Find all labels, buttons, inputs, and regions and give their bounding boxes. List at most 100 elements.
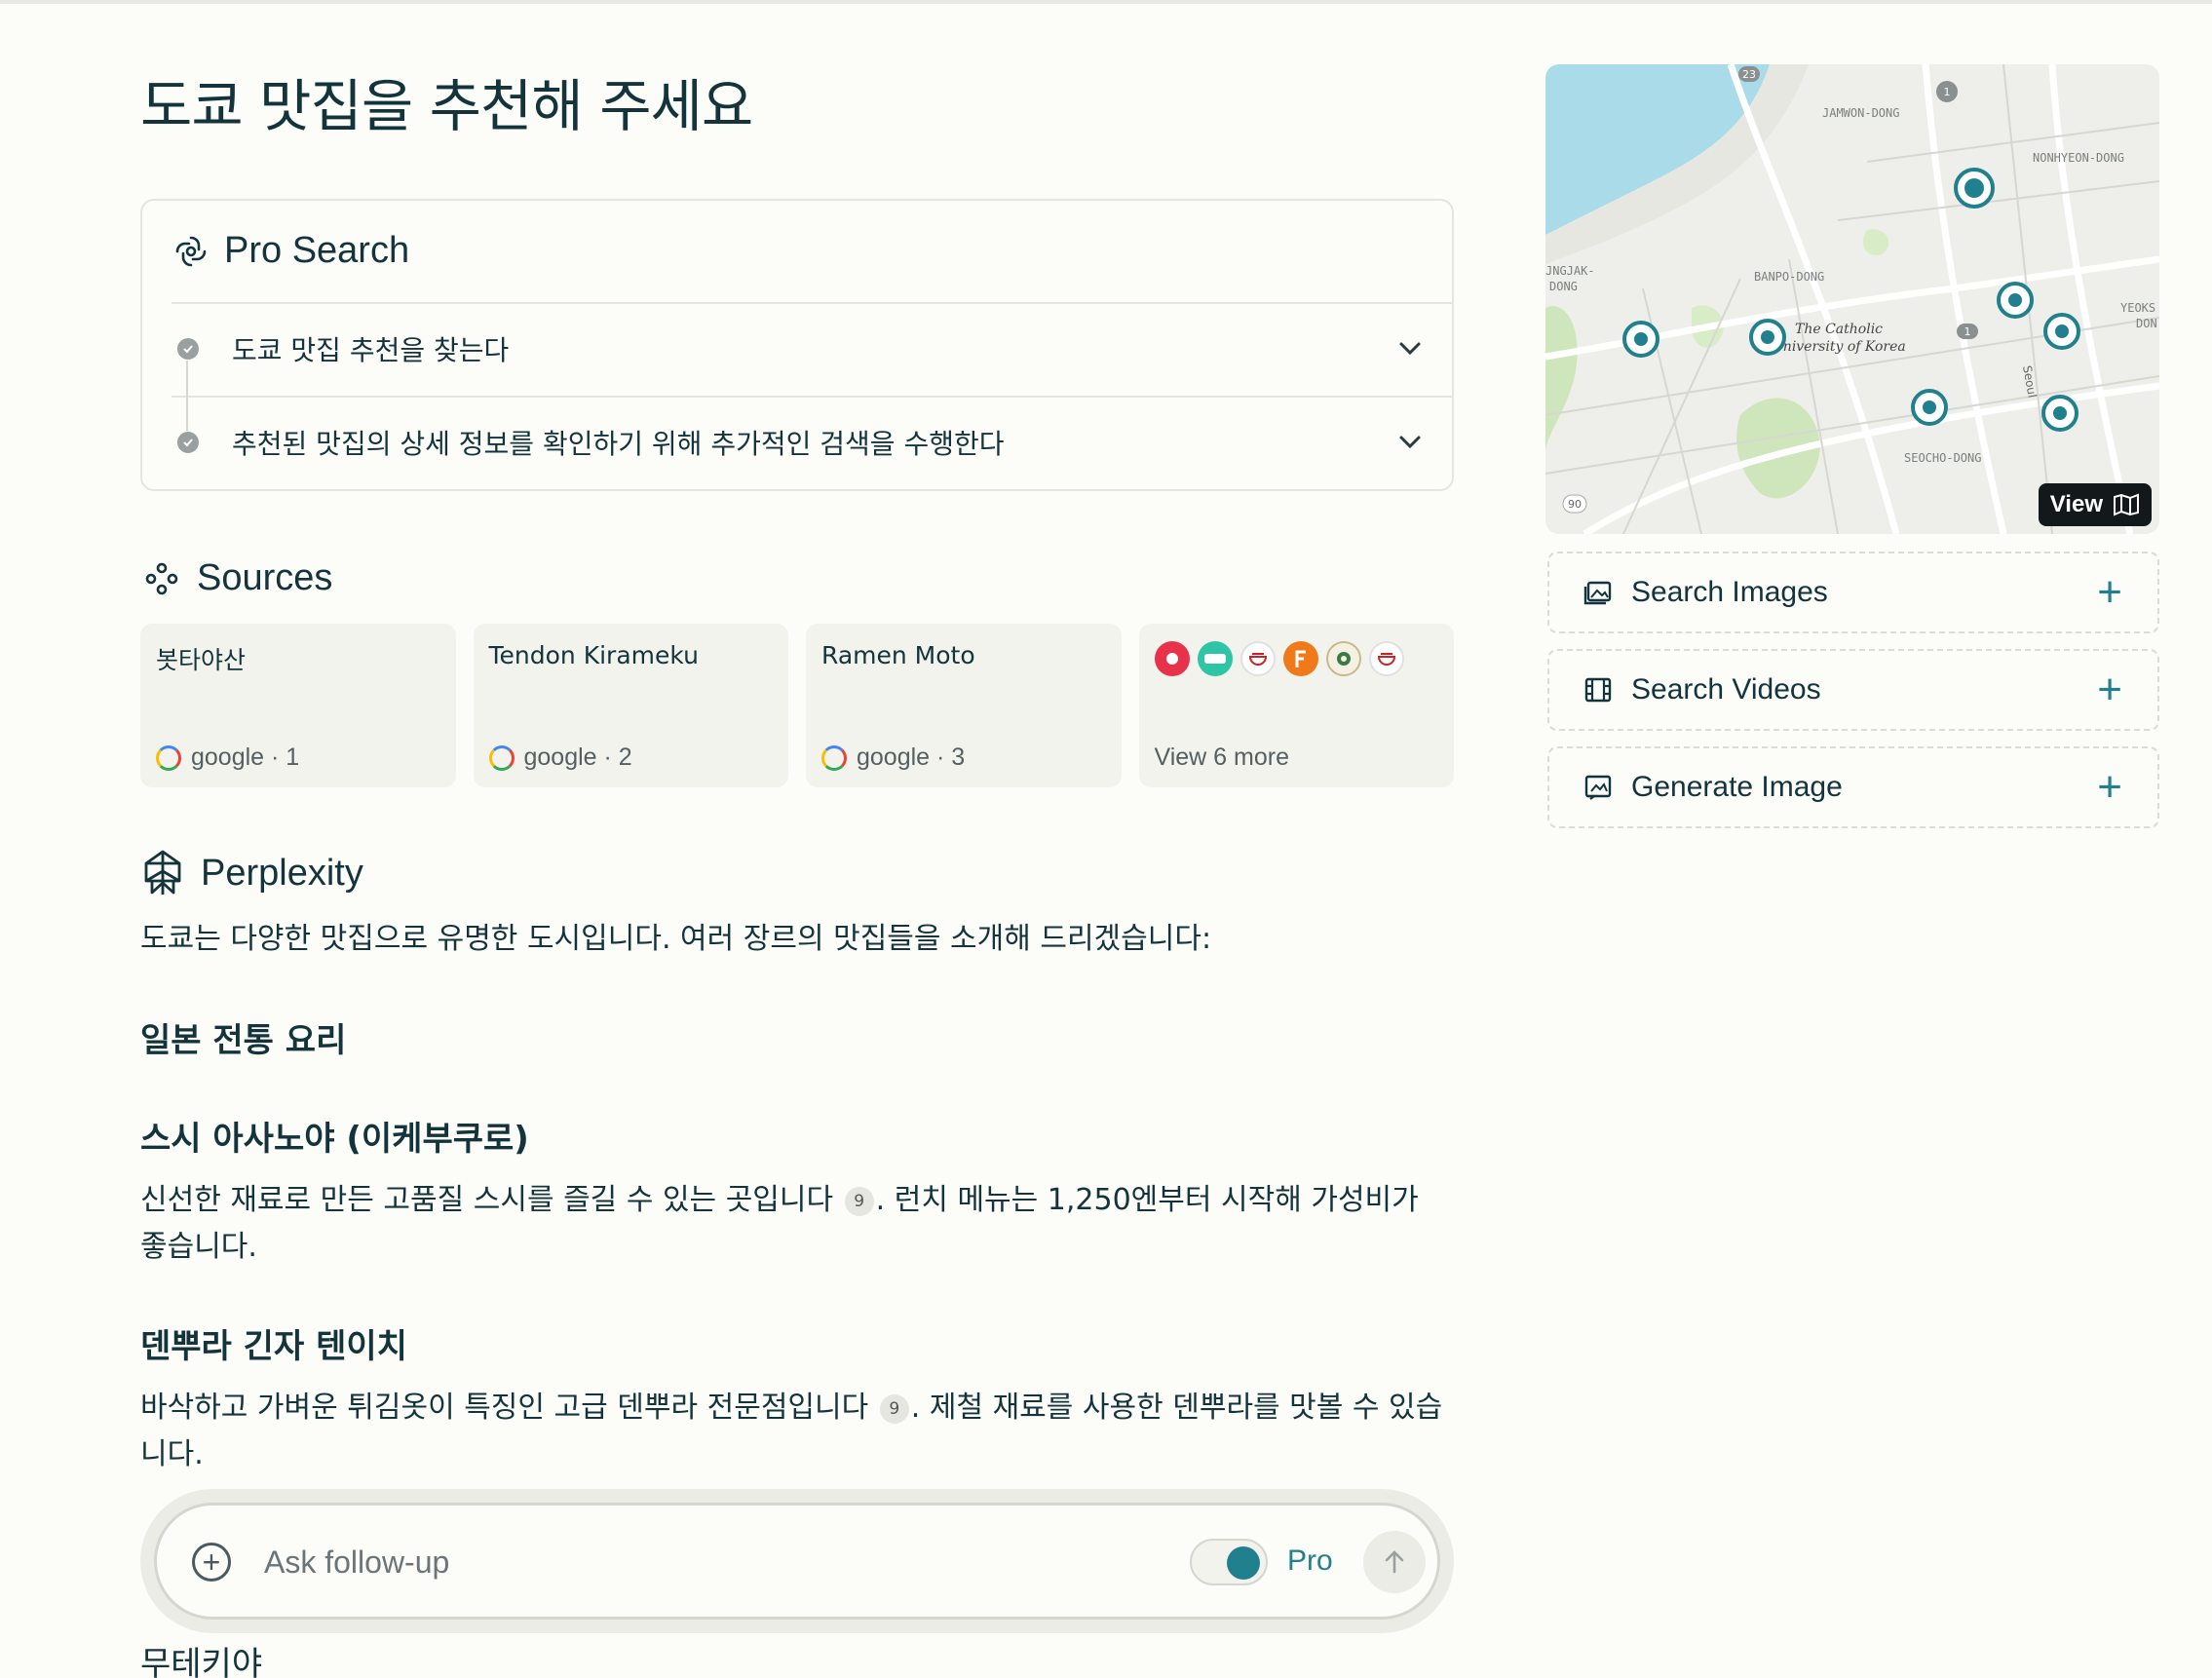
source-meta: google · 2 xyxy=(488,744,632,772)
page-title: 도쿄 맛집을 추천해 주세요 xyxy=(140,73,753,139)
source-card[interactable]: 봇타야산 google · 1 xyxy=(140,624,456,787)
map-widget[interactable]: JAMWON-DONG NONHYEON-DONG BANPO-DONG SEO… xyxy=(1545,64,2159,534)
map-view-button[interactable]: View xyxy=(2038,483,2152,526)
map-view-label: View xyxy=(2049,491,2103,517)
pro-search-header: Pro Search xyxy=(172,230,409,272)
plus-icon: + xyxy=(2097,568,2122,616)
map-badge: 90 xyxy=(1568,498,1582,511)
pro-toggle-label: Pro xyxy=(1287,1545,1333,1577)
send-button[interactable] xyxy=(1363,1531,1426,1593)
bowl-favicon-icon xyxy=(1368,641,1404,676)
item-heading: 덴뿌라 긴자 텐이치 xyxy=(140,1327,407,1366)
answer-header: Perplexity xyxy=(142,850,363,896)
citation-badge[interactable]: 9 xyxy=(879,1393,909,1424)
f-favicon-icon xyxy=(1282,641,1318,676)
map-pin-icon[interactable] xyxy=(1749,319,1786,356)
divider xyxy=(172,396,1452,398)
map-label: JNGJAK- xyxy=(1545,264,1595,278)
top-border xyxy=(0,0,2212,4)
check-icon xyxy=(177,432,199,453)
map-icon xyxy=(2114,493,2139,516)
map-badge: 1 xyxy=(1944,86,1951,98)
map-pin-icon[interactable] xyxy=(2041,395,2079,432)
sources-label: Sources xyxy=(197,557,333,598)
map-pin-icon[interactable] xyxy=(1622,321,1659,358)
sources-icon xyxy=(145,562,178,594)
search-images-button[interactable]: Search Images + xyxy=(1547,552,2159,633)
map-badge: 1 xyxy=(1964,325,1971,338)
followup-box: + Pro xyxy=(154,1503,1440,1620)
pro-search-icon xyxy=(175,236,207,266)
followup-input[interactable] xyxy=(264,1533,1044,1591)
pro-search-step-text: 도쿄 맛집 추천을 찾는다 xyxy=(232,334,510,366)
plus-icon: + xyxy=(2097,763,2122,811)
action-label: Search Videos xyxy=(1631,673,1821,706)
map-label: The Catholic xyxy=(1795,322,1883,337)
film-icon xyxy=(1584,677,1612,703)
google-icon xyxy=(488,744,515,771)
divider xyxy=(172,302,1452,304)
source-card[interactable]: Ramen Moto google · 3 xyxy=(806,624,1122,787)
chevron-down-icon[interactable] xyxy=(1393,332,1427,365)
generate-image-button[interactable]: Generate Image + xyxy=(1547,746,2159,828)
crest-favicon-icon xyxy=(1325,641,1361,676)
map-pin-icon[interactable] xyxy=(1911,389,1948,426)
perplexity-logo-icon xyxy=(144,850,181,895)
item-text: 바삭하고 가벼운 튀김옷이 특징인 고급 덴뿌라 전문점입니다 xyxy=(140,1391,869,1425)
arrow-up-icon xyxy=(1385,1550,1404,1574)
map-pin-icon[interactable] xyxy=(1954,168,1995,209)
sources-header: Sources xyxy=(144,557,332,599)
source-title: Tendon Kirameku xyxy=(488,641,699,669)
pro-search-label: Pro Search xyxy=(224,230,410,271)
action-label: Search Images xyxy=(1631,576,1828,608)
view-more-label: View 6 more xyxy=(1155,744,1290,772)
pro-search-step[interactable]: 도쿄 맛집 추천을 찾는다 xyxy=(172,320,1427,378)
toggle-knob xyxy=(1227,1546,1260,1580)
answer-body: 도쿄는 다양한 맛집으로 유명한 도시입니다. 여러 장르의 맛집들을 소개해 … xyxy=(140,916,1454,1478)
answer-intro: 도쿄는 다양한 맛집으로 유명한 도시입니다. 여러 장르의 맛집들을 소개해 … xyxy=(140,922,1212,956)
pro-toggle[interactable] xyxy=(1190,1539,1268,1585)
map-pin-icon[interactable] xyxy=(1997,282,2034,319)
trip-favicon-icon xyxy=(1197,641,1233,676)
source-meta: google · 3 xyxy=(821,744,965,772)
source-title: 봇타야산 xyxy=(156,646,247,674)
pro-search-panel: Pro Search 도쿄 맛집 추천을 찾는다 추천된 맛집의 상세 정보를 … xyxy=(140,199,1454,491)
answer-label: Perplexity xyxy=(201,852,363,894)
item-heading: 무테키야 xyxy=(140,1645,263,1678)
pro-search-step[interactable]: 추천된 맛집의 상세 정보를 확인하기 위해 추가적인 검색을 수행한다 xyxy=(172,413,1427,472)
chevron-down-icon[interactable] xyxy=(1393,426,1427,459)
map-label: YEOKS xyxy=(2120,301,2155,315)
pro-search-step-text: 추천된 맛집의 상세 정보를 확인하기 위해 추가적인 검색을 수행한다 xyxy=(232,428,1005,460)
step-connector xyxy=(186,361,188,431)
map-label: NONHYEON-DONG xyxy=(2033,151,2124,165)
item-paragraph: 신선한 재료로 만든 고품질 스시를 즐길 수 있는 곳입니다 9. 런치 메뉴… xyxy=(140,1177,1454,1271)
map-label: University of Korea xyxy=(1772,339,1906,355)
bowl-favicon-icon xyxy=(1239,641,1276,676)
source-card[interactable]: Tendon Kirameku google · 2 xyxy=(473,624,788,787)
map-label: DON xyxy=(2136,317,2157,330)
attach-plus-icon[interactable]: + xyxy=(192,1543,231,1582)
plus-icon: + xyxy=(2097,666,2122,713)
image-icon xyxy=(1583,581,1612,605)
source-meta-text: google · 3 xyxy=(857,744,966,771)
sources-list: 봇타야산 google · 1 Tendon Kirameku google ·… xyxy=(140,624,1454,787)
map-badge: 23 xyxy=(1742,68,1756,81)
generate-image-icon xyxy=(1584,775,1612,800)
search-videos-button[interactable]: Search Videos + xyxy=(1547,649,2159,731)
view-more-text: View 6 more xyxy=(1154,744,1290,771)
google-icon xyxy=(156,744,181,771)
item-text: 신선한 재료로 만든 고품질 스시를 즐길 수 있는 곳입니다 xyxy=(140,1183,834,1217)
map-pin-icon[interactable] xyxy=(2043,313,2080,350)
check-icon xyxy=(177,338,199,360)
map-label: JAMWON-DONG xyxy=(1822,106,1899,120)
action-label: Generate Image xyxy=(1631,771,1843,803)
map-canvas: JAMWON-DONG NONHYEON-DONG BANPO-DONG SEO… xyxy=(1545,64,2159,534)
followup-bar: + Pro xyxy=(140,1489,1454,1633)
map-label: SEOCHO-DONG xyxy=(1904,451,1981,465)
view-more-sources[interactable]: View 6 more xyxy=(1138,624,1454,787)
citation-badge[interactable]: 9 xyxy=(844,1186,874,1216)
source-meta-text: google · 2 xyxy=(523,744,632,771)
map-label: BANPO-DONG xyxy=(1754,270,1824,284)
chat-favicon-icon xyxy=(1154,641,1190,676)
item-heading: 스시 아사노야 (이케부쿠로) xyxy=(140,1120,529,1159)
